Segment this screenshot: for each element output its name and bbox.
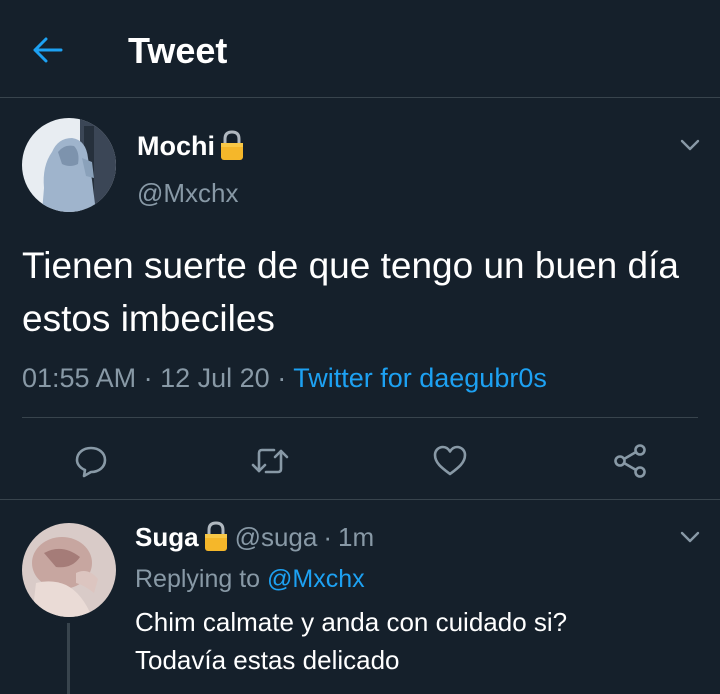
retweet-icon	[251, 448, 289, 474]
author-name-row[interactable]: Mochi	[137, 129, 245, 163]
reply-text: Chim calmate y anda con cuidado si? Toda…	[135, 603, 695, 679]
separator-dot: ·	[277, 363, 294, 393]
mention-link[interactable]: @Mxchx	[267, 565, 365, 593]
reply-timestamp: 1m	[338, 522, 375, 552]
author-handle[interactable]: @Mxchx	[137, 177, 239, 209]
reply-menu-button[interactable]	[676, 523, 704, 551]
page-title: Tweet	[128, 30, 228, 71]
top-bar: Tweet	[0, 0, 720, 98]
thread-line	[67, 623, 70, 694]
main-tweet: Mochi @Mxchx Tienen suerte de que tengo …	[0, 99, 720, 500]
chevron-down-icon	[680, 531, 700, 543]
tweet-menu-button[interactable]	[676, 131, 704, 159]
divider	[22, 417, 698, 418]
reply-display-name[interactable]: Suga	[135, 521, 199, 553]
lock-icon	[203, 521, 229, 553]
reply-avatar[interactable]	[22, 523, 116, 617]
tweet-time: 01:55 AM	[22, 363, 137, 393]
separator-dot: ·	[323, 522, 333, 552]
avatar[interactable]	[22, 118, 116, 212]
reply-header: Suga @suga · 1m	[135, 521, 374, 553]
chevron-down-icon	[680, 139, 700, 151]
like-button[interactable]	[428, 439, 472, 483]
action-bar	[0, 439, 720, 483]
share-icon	[614, 444, 646, 478]
separator-dot: ·	[143, 363, 161, 393]
retweet-button[interactable]	[248, 439, 292, 483]
tweet-metadata: 01:55 AM · 12 Jul 20 · Twitter for daegu…	[22, 361, 547, 395]
share-button[interactable]	[608, 439, 652, 483]
back-button[interactable]	[30, 32, 66, 68]
tweet-source-link[interactable]: Twitter for daegubr0s	[293, 363, 547, 393]
replying-to-label: Replying to	[135, 565, 261, 593]
reply-text-line: Chim calmate y anda con cuidado si?	[135, 607, 568, 637]
reply-text-line: Todavía estas delicado	[135, 645, 400, 675]
reply-handle[interactable]: @suga	[235, 521, 318, 553]
reply-tweet[interactable]: Suga @suga · 1m Replying to @Mxchx Chim …	[0, 501, 720, 694]
tweet-date: 12 Jul 20	[160, 363, 270, 393]
heart-icon	[433, 445, 467, 476]
display-name[interactable]: Mochi	[137, 129, 215, 163]
replying-to: Replying to @Mxchx	[135, 563, 365, 595]
tweet-text: Tienen suerte de que tengo un buen día e…	[22, 245, 679, 339]
arrow-left-icon	[33, 37, 63, 63]
lock-icon	[219, 130, 245, 162]
reply-button[interactable]	[69, 439, 113, 483]
reply-icon	[75, 446, 107, 478]
